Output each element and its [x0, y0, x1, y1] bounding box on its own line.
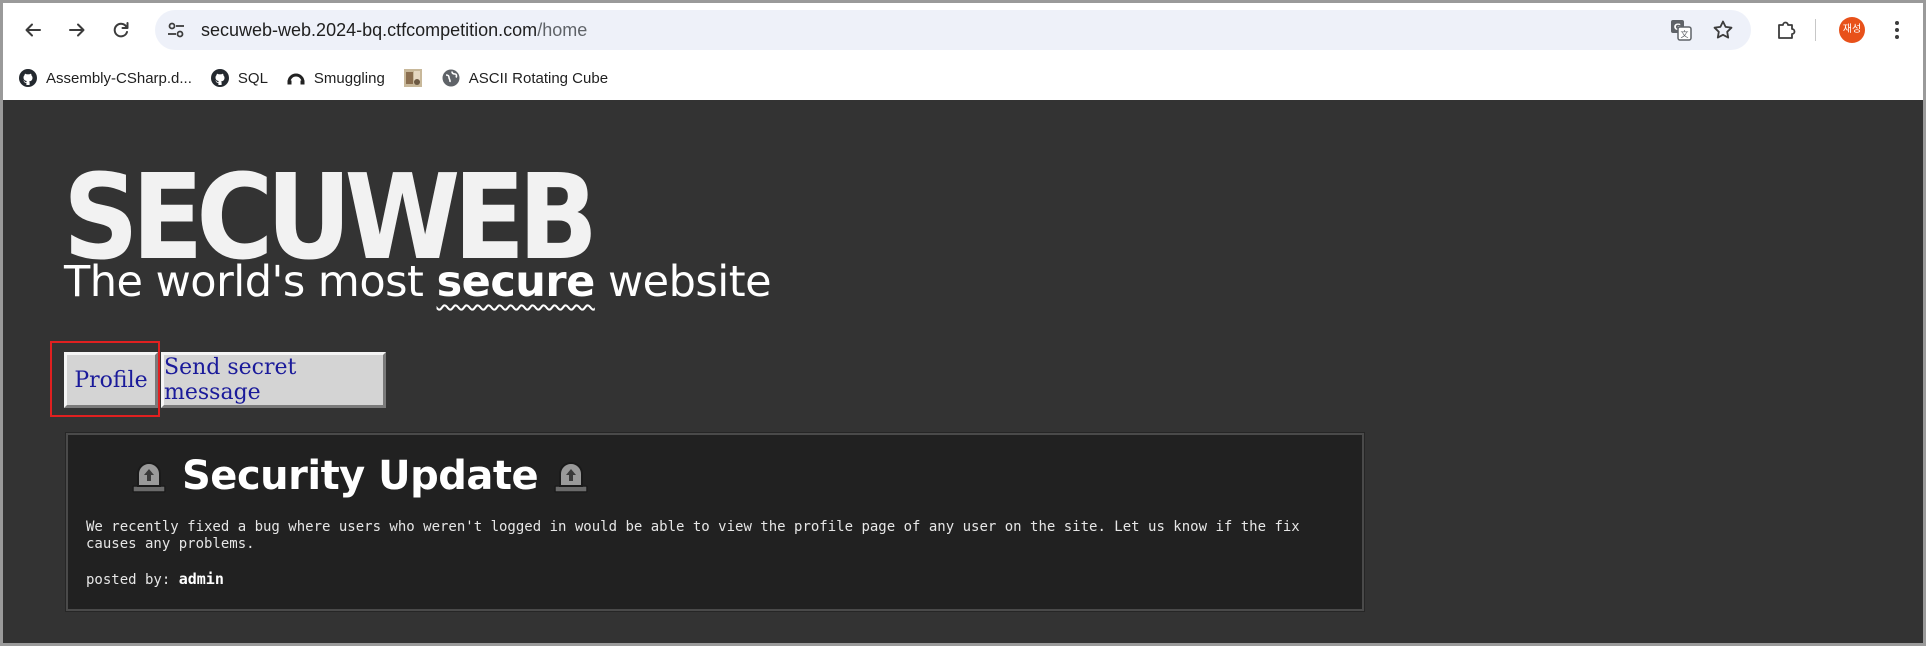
- bookmark-label: Assembly-CSharp.d...: [46, 69, 192, 87]
- browser-window: secuweb-web.2024-bq.ctfcompetition.com/h…: [3, 3, 1923, 643]
- svg-text:SECUWEB: SECUWEB: [63, 166, 591, 266]
- post-title: Security Update: [182, 453, 539, 499]
- site-tagline: The world's most secure website: [64, 257, 772, 307]
- send-secret-message-button[interactable]: Send secret message: [161, 352, 386, 408]
- bookmarks-bar: Assembly-CSharp.d... SQL Smuggling ASCII…: [3, 56, 1923, 100]
- secuweb-logo: SECUWEB: [63, 166, 593, 266]
- thumbnail-image-icon: [403, 68, 423, 88]
- post-body: We recently fixed a bug where users who …: [86, 519, 1300, 552]
- send-secret-message-label: Send secret message: [164, 355, 297, 405]
- back-button[interactable]: [16, 13, 50, 47]
- tagline-text: The world's most: [64, 257, 437, 307]
- github-icon: [210, 68, 230, 88]
- arrow-left-icon: [25, 23, 41, 37]
- bookmark-label: Smuggling: [313, 69, 385, 87]
- tagline-emphasis: secure: [436, 257, 596, 307]
- translate-icon[interactable]: G文: [1669, 18, 1693, 42]
- site-info-icon[interactable]: [165, 19, 187, 41]
- profile-button[interactable]: Profile: [64, 352, 158, 408]
- url-path: /home: [537, 20, 588, 40]
- security-update-post: Security Update We recently fixed a bug …: [65, 432, 1365, 612]
- profile-button-label: Profile: [74, 367, 148, 393]
- toolbar-divider: [1815, 19, 1816, 41]
- arrow-right-icon: [69, 23, 85, 37]
- rainbow-icon: [286, 68, 306, 88]
- bookmark-label: SQL: [237, 69, 268, 87]
- tagline-text-end: website: [594, 257, 772, 307]
- bookmark-ascii-cube[interactable]: ASCII Rotating Cube: [433, 63, 616, 93]
- bookmark-label: ASCII Rotating Cube: [468, 69, 609, 87]
- svg-text:文: 文: [1681, 29, 1689, 39]
- extensions-button[interactable]: [1771, 15, 1801, 45]
- police-light-icon: [132, 462, 166, 493]
- profile-avatar[interactable]: 재성: [1839, 17, 1865, 43]
- posted-by-label: posted by:: [86, 572, 179, 588]
- forward-button[interactable]: [60, 13, 94, 47]
- bookmark-assembly-csharp[interactable]: Assembly-CSharp.d...: [10, 63, 200, 93]
- post-author: admin: [178, 570, 224, 588]
- puzzle-icon: [1778, 21, 1796, 39]
- address-bar[interactable]: secuweb-web.2024-bq.ctfcompetition.com/h…: [155, 10, 1751, 50]
- browser-toolbar: secuweb-web.2024-bq.ctfcompetition.com/h…: [3, 3, 1923, 56]
- bookmark-thumbnail[interactable]: [395, 63, 431, 93]
- post-author-line: posted by: admin: [86, 570, 224, 588]
- more-vert-icon: [1895, 21, 1899, 39]
- url-host: secuweb-web.2024-bq.ctfcompetition.com: [201, 20, 538, 40]
- bookmark-sql[interactable]: SQL: [202, 63, 276, 93]
- reload-icon: [113, 22, 129, 38]
- post-title-row: Security Update: [130, 451, 590, 501]
- bookmark-smuggling[interactable]: Smuggling: [278, 63, 393, 93]
- browser-menu-button[interactable]: [1885, 15, 1909, 45]
- globe-icon: [441, 68, 461, 88]
- police-light-icon: [554, 462, 588, 493]
- bookmark-star-icon[interactable]: [1711, 18, 1735, 42]
- github-icon: [18, 68, 38, 88]
- url-text[interactable]: secuweb-web.2024-bq.ctfcompetition.com/h…: [201, 10, 587, 50]
- reload-button[interactable]: [104, 13, 138, 47]
- page-content: SECUWEB The world's most secure website …: [3, 100, 1923, 643]
